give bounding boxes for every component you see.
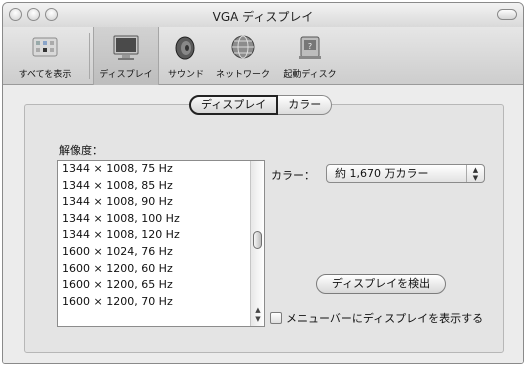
preferences-window: VGA ディスプレイ すべてを表示 ディスプレイ サウンド ネットワーク ? 起…	[2, 2, 524, 364]
list-item[interactable]: 1344 × 1008, 85 Hz	[58, 178, 251, 195]
network-globe-icon	[228, 32, 258, 62]
toolbar-item-display[interactable]: ディスプレイ	[93, 27, 159, 85]
colors-label: カラー：	[271, 169, 315, 182]
svg-text:?: ?	[308, 42, 312, 51]
startup-disk-icon: ?	[295, 32, 325, 62]
tab-color[interactable]: カラー	[278, 95, 333, 115]
grid-icon	[30, 32, 60, 62]
resolution-scrollbar[interactable]: ▲ ▼	[250, 161, 264, 326]
list-item[interactable]: 1600 × 1024, 76 Hz	[58, 244, 251, 261]
detect-displays-button[interactable]: ディスプレイを検出	[316, 274, 446, 294]
speaker-icon	[171, 32, 201, 62]
toolbar-item-label: ディスプレイ	[99, 70, 153, 80]
scrollbar-thumb[interactable]	[253, 231, 262, 249]
toolbar-item-startup-disk[interactable]: ? 起動ディスク	[277, 27, 343, 85]
list-item[interactable]: 1344 × 1008, 90 Hz	[58, 194, 251, 211]
list-item[interactable]: 1600 × 1200, 65 Hz	[58, 277, 251, 294]
title-bar: VGA ディスプレイ	[3, 3, 523, 27]
resolution-list-items: 1344 × 1008, 75 Hz 1344 × 1008, 85 Hz 13…	[58, 161, 251, 326]
scroll-up-arrow-icon[interactable]: ▲	[254, 306, 262, 314]
show-in-menubar-checkbox[interactable]	[270, 312, 282, 324]
list-item[interactable]: 1344 × 1008, 120 Hz	[58, 227, 251, 244]
resolution-list[interactable]: 1344 × 1008, 75 Hz 1344 × 1008, 85 Hz 13…	[57, 160, 265, 327]
scroll-down-arrow-icon[interactable]: ▼	[254, 315, 262, 323]
list-item[interactable]: 1600 × 1200, 70 Hz	[58, 294, 251, 311]
list-item[interactable]: 1344 × 1008, 75 Hz	[58, 161, 251, 178]
resolution-label: 解像度：	[59, 144, 103, 157]
toolbar-item-label: 起動ディスク	[283, 70, 337, 80]
list-item[interactable]: 1600 × 1200, 60 Hz	[58, 261, 251, 278]
toolbar-item-label: すべてを表示	[18, 70, 72, 80]
display-icon	[111, 32, 141, 62]
show-in-menubar-option[interactable]: メニューバーにディスプレイを表示する	[270, 310, 483, 326]
toolbar-divider	[89, 33, 90, 79]
toolbar-item-sound[interactable]: サウンド	[161, 27, 211, 85]
show-in-menubar-label: メニューバーにディスプレイを表示する	[286, 312, 484, 325]
window-title: VGA ディスプレイ	[212, 10, 314, 24]
tab-display[interactable]: ディスプレイ	[189, 95, 279, 115]
colors-select-value: 約 1,670 万カラー	[335, 167, 429, 180]
toolbar-item-label: ネットワーク	[215, 70, 270, 80]
toolbar-item-show-all[interactable]: すべてを表示	[3, 27, 87, 85]
toolbar-item-network[interactable]: ネットワーク	[211, 27, 275, 85]
list-item[interactable]: 1344 × 1008, 100 Hz	[58, 211, 251, 228]
tab-bar: ディスプレイ カラー	[189, 95, 333, 115]
toolbar: すべてを表示 ディスプレイ サウンド ネットワーク ? 起動ディスク	[3, 27, 523, 85]
colors-select[interactable]: 約 1,670 万カラー ▲ ▼	[326, 164, 485, 183]
toolbar-item-label: サウンド	[167, 70, 204, 80]
updown-arrows-icon: ▲ ▼	[466, 165, 484, 182]
toolbar-toggle-button[interactable]	[497, 9, 517, 20]
